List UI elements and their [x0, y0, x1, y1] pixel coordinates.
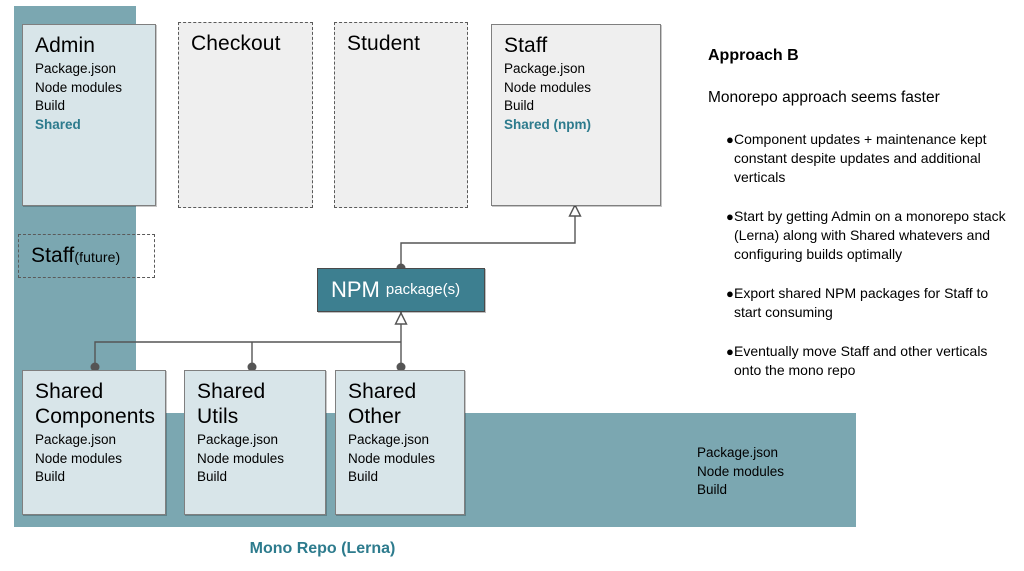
- box-admin-line-2: Build: [35, 98, 66, 113]
- box-checkout[interactable]: Checkout: [178, 22, 313, 208]
- box-staff-lines: Package.json Node modules Build Shared (…: [504, 60, 650, 134]
- approach-title: Approach B: [708, 47, 799, 64]
- box-shared-other-line-1: Node modules: [348, 450, 436, 466]
- box-staff[interactable]: Staff Package.json Node modules Build Sh…: [491, 24, 661, 206]
- box-staff-shared-label: Shared (npm): [504, 116, 592, 132]
- bullet-marker-icon: ●: [726, 132, 734, 147]
- list-item: ● Start by getting Admin on a monorepo s…: [708, 207, 1018, 264]
- box-npm-package[interactable]: NPM package(s): [317, 268, 485, 312]
- box-admin-shared-label: Shared: [35, 116, 81, 132]
- bullet-text-2: Export shared NPM packages for Staff to …: [734, 285, 989, 320]
- bullet-text-1: Start by getting Admin on a monorepo sta…: [734, 208, 1006, 262]
- band-line-package: Package.json: [697, 445, 779, 460]
- box-shared-components-line-0: Package.json: [35, 432, 117, 447]
- box-shared-components-title-1: Shared: [35, 380, 104, 403]
- box-shared-components-lines: Package.json Node modules Build: [35, 431, 155, 487]
- list-item: ● Component updates + maintenance kept c…: [708, 130, 1018, 187]
- bullet-marker-icon: ●: [726, 286, 734, 301]
- box-admin-title: Admin: [35, 34, 96, 57]
- mono-repo-band-lines: Package.json Node modules Build: [697, 444, 847, 500]
- mono-repo-caption: Mono Repo (Lerna): [249, 540, 396, 557]
- approach-subtitle: Monorepo approach seems faster: [708, 89, 940, 106]
- box-staff-line-2: Build: [504, 98, 535, 113]
- box-admin-line-1: Node modules: [35, 79, 123, 95]
- box-shared-other[interactable]: Shared Other Package.json Node modules B…: [335, 370, 465, 515]
- box-shared-other-lines: Package.json Node modules Build: [348, 431, 454, 487]
- box-npm-suffix: package(s): [385, 281, 461, 298]
- box-checkout-title: Checkout: [191, 32, 281, 55]
- box-student-title: Student: [347, 32, 421, 55]
- box-admin-line-0: Package.json: [35, 61, 117, 76]
- approach-bullet-list: ● Component updates + maintenance kept c…: [708, 130, 1018, 380]
- box-staff-future-name: Staff: [31, 243, 75, 267]
- approach-panel: Approach B Monorepo approach seems faste…: [708, 46, 1018, 400]
- box-shared-other-line-2: Build: [348, 469, 379, 484]
- box-student[interactable]: Student: [334, 22, 468, 208]
- box-shared-components-line-1: Node modules: [35, 450, 123, 466]
- box-shared-components-title-2: Components: [35, 405, 156, 428]
- box-shared-utils-line-1: Node modules: [197, 450, 285, 466]
- box-staff-title: Staff: [504, 34, 548, 57]
- box-shared-components[interactable]: Shared Components Package.json Node modu…: [22, 370, 166, 515]
- bullet-marker-icon: ●: [726, 209, 734, 224]
- box-shared-other-title-1: Shared: [348, 380, 417, 403]
- list-item: ● Eventually move Staff and other vertic…: [708, 342, 1018, 380]
- box-shared-utils[interactable]: Shared Utils Package.json Node modules B…: [184, 370, 326, 515]
- box-staff-future-suffix: (future): [74, 248, 121, 265]
- band-line-build: Build: [697, 482, 728, 497]
- box-admin-lines: Package.json Node modules Build Shared: [35, 60, 145, 134]
- box-staff-line-1: Node modules: [504, 79, 592, 95]
- box-shared-other-line-0: Package.json: [348, 432, 430, 447]
- box-shared-utils-line-0: Package.json: [197, 432, 279, 447]
- box-shared-other-title-2: Other: [348, 405, 402, 428]
- box-shared-utils-title-1: Shared: [197, 380, 266, 403]
- diagram-canvas: Package.json Node modules Build Admin Pa…: [0, 0, 1024, 571]
- box-npm-title: NPM: [331, 277, 380, 302]
- box-shared-utils-title-2: Utils: [197, 405, 239, 428]
- box-staff-future[interactable]: Staff(future): [18, 234, 155, 278]
- box-staff-line-0: Package.json: [504, 61, 586, 76]
- box-shared-utils-line-2: Build: [197, 469, 228, 484]
- band-line-node-modules: Node modules: [697, 463, 785, 479]
- list-item: ● Export shared NPM packages for Staff t…: [708, 284, 1018, 322]
- bullet-marker-icon: ●: [726, 344, 734, 359]
- bullet-text-0: Component updates + maintenance kept con…: [734, 131, 987, 185]
- box-admin[interactable]: Admin Package.json Node modules Build Sh…: [22, 24, 156, 206]
- box-shared-utils-lines: Package.json Node modules Build: [197, 431, 315, 487]
- box-shared-components-line-2: Build: [35, 469, 66, 484]
- bullet-text-3: Eventually move Staff and other vertical…: [734, 343, 988, 378]
- box-staff-future-title: Staff(future): [31, 243, 120, 270]
